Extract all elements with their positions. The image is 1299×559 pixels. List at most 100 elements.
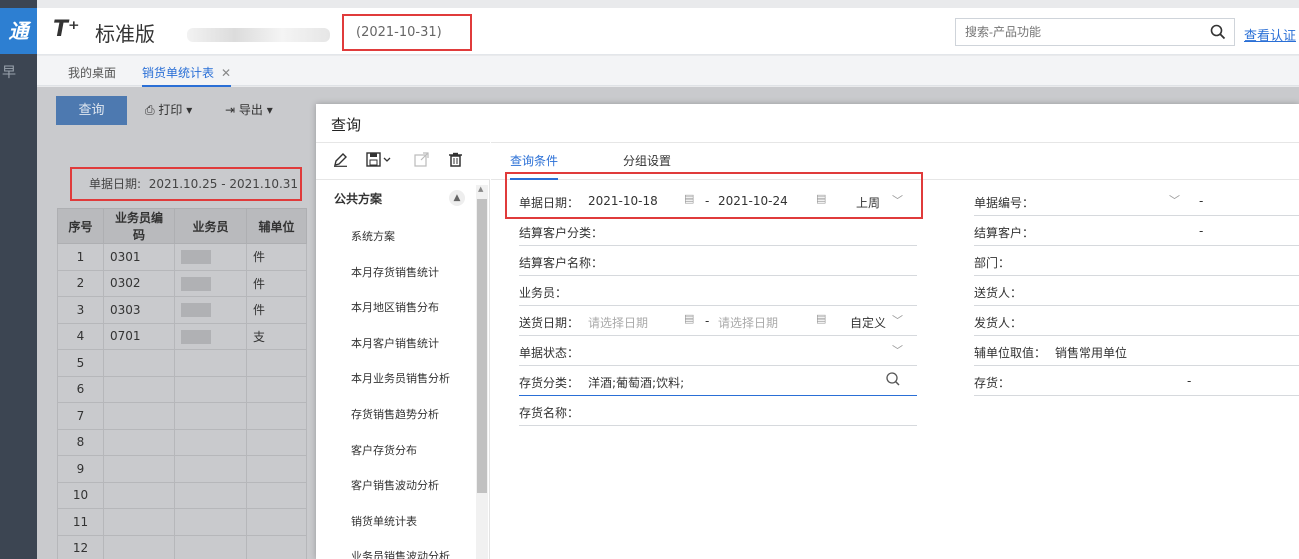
row-number-cell: 5	[57, 349, 104, 377]
scheme-item[interactable]: 客户销售波动分析	[351, 477, 439, 493]
scheme-item[interactable]: 客户存货分布	[351, 442, 417, 458]
salesman-cell	[174, 243, 247, 271]
tab-home[interactable]: 我的桌面	[68, 64, 116, 81]
field-label: 送货日期：	[519, 316, 580, 330]
column-header[interactable]: 业务员	[174, 208, 247, 244]
system-date: (2021-10-31)	[342, 14, 472, 51]
row-number-cell: 8	[57, 428, 104, 456]
chevron-down-icon[interactable]: ﹀	[1169, 192, 1180, 208]
dialog-title: 查询	[331, 116, 362, 134]
table-row[interactable]: 6	[57, 375, 307, 403]
inventory-category-field[interactable]: 存货分类： 洋酒;葡萄酒;饮料;	[519, 368, 917, 396]
chevron-down-icon[interactable]: ﹀	[892, 312, 903, 328]
salesman-cell	[174, 402, 247, 430]
salesman-field[interactable]: 业务员：	[519, 278, 917, 306]
calendar-icon[interactable]: ▤	[684, 312, 694, 325]
tab-label: 销货单统计表	[142, 66, 215, 80]
tab-grouping[interactable]: 分组设置	[623, 152, 671, 169]
delivery-date-to[interactable]: 请选择日期	[718, 314, 778, 331]
app-logo[interactable]: 通	[0, 8, 37, 54]
table-row[interactable]: 3 0303 件	[57, 296, 307, 324]
scheme-item[interactable]: 本月业务员销售分析	[351, 370, 450, 386]
salesman-code-cell: 0302	[103, 269, 175, 297]
delivery-person-field[interactable]: 送货人：	[974, 278, 1299, 306]
lookup-icon[interactable]	[885, 371, 901, 390]
cust-name-field[interactable]: 结算客户名称：	[519, 248, 917, 276]
scheme-item[interactable]: 本月客户销售统计	[351, 335, 439, 351]
cust-category-field[interactable]: 结算客户分类：	[519, 218, 917, 246]
scheme-item[interactable]: 业务员销售波动分析	[351, 548, 450, 559]
settle-customer-field[interactable]: 结算客户： -	[974, 218, 1299, 246]
scheme-group-header[interactable]: 公共方案	[334, 190, 382, 207]
row-number-cell: 4	[57, 322, 104, 350]
query-button[interactable]: 查询	[56, 96, 127, 125]
collapse-icon[interactable]: ▲	[449, 190, 465, 206]
aux-unit-cell	[246, 534, 307, 559]
search-icon[interactable]	[1210, 24, 1226, 43]
table-row[interactable]: 2 0302 件	[57, 269, 307, 297]
app-header: T⁺ 标准版 (2021-10-31) 查看认证	[37, 8, 1299, 55]
scheme-item[interactable]: 系统方案	[351, 228, 395, 244]
scrollbar[interactable]: ▲	[476, 185, 488, 559]
delivery-date-from[interactable]: 请选择日期	[588, 314, 648, 331]
delivery-date-preset[interactable]: 自定义	[850, 314, 886, 331]
share-icon[interactable]	[414, 152, 429, 170]
search-input[interactable]	[956, 19, 1196, 45]
table-row[interactable]: 11	[57, 508, 307, 536]
delete-icon[interactable]	[448, 152, 463, 170]
field-label: 单据编号：	[974, 196, 1035, 210]
blurred-name	[181, 303, 211, 317]
inventory-name-field[interactable]: 存货名称：	[519, 398, 917, 426]
aux-unit-cell: 件	[246, 243, 307, 271]
doc-status-field[interactable]: 单据状态： ﹀	[519, 338, 917, 366]
scheme-item[interactable]: 本月地区销售分布	[351, 299, 439, 315]
range-separator: -	[705, 314, 710, 328]
table-row[interactable]: 1 0301 件	[57, 243, 307, 271]
scheme-item[interactable]: 销货单统计表	[351, 513, 417, 529]
column-header[interactable]: 业务员编码	[103, 208, 175, 244]
salesman-code-cell: 0303	[103, 296, 175, 324]
print-button[interactable]: ⎙ 打印 ▾	[145, 101, 192, 118]
row-number-cell: 10	[57, 481, 104, 509]
calendar-icon[interactable]: ▤	[816, 312, 826, 325]
tab-sales-stats[interactable]: 销货单统计表 ✕	[142, 64, 232, 87]
aux-unit-cell: 件	[246, 269, 307, 297]
scheme-item[interactable]: 本月存货销售统计	[351, 264, 439, 280]
scroll-up-icon[interactable]: ▲	[478, 185, 483, 193]
chevron-down-icon[interactable]: ﹀	[892, 342, 903, 358]
doc-no-field[interactable]: 单据编号： ﹀ -	[974, 188, 1299, 216]
close-icon[interactable]: ✕	[221, 66, 231, 80]
scheme-toolbar	[316, 142, 490, 180]
table-row[interactable]: 7	[57, 402, 307, 430]
table-row[interactable]: 10	[57, 481, 307, 509]
shipper-field[interactable]: 发货人：	[974, 308, 1299, 336]
scheme-item[interactable]: 存货销售趋势分析	[351, 406, 439, 422]
scrollbar-thumb[interactable]	[477, 199, 487, 493]
salesman-code-cell: 0701	[103, 322, 175, 350]
printer-icon: ⎙	[145, 103, 159, 117]
column-header[interactable]: 辅单位	[246, 208, 307, 244]
column-header[interactable]: 序号	[57, 208, 104, 244]
edit-icon[interactable]	[333, 152, 348, 170]
salesman-code-cell	[103, 481, 175, 509]
inventory-category-value[interactable]: 洋酒;葡萄酒;饮料;	[588, 374, 684, 391]
table-row[interactable]: 12	[57, 534, 307, 559]
table-row[interactable]: 9	[57, 455, 307, 483]
export-icon: ⇥	[225, 103, 239, 117]
table-row[interactable]: 5	[57, 349, 307, 377]
aux-unit-field[interactable]: 辅单位取值： 销售常用单位	[974, 338, 1299, 366]
department-field[interactable]: 部门：	[974, 248, 1299, 276]
left-nav-bar: 通 早	[0, 0, 37, 559]
inventory-field[interactable]: 存货： -	[974, 368, 1299, 396]
nav-menu-icon[interactable]: 早	[2, 62, 16, 82]
export-button[interactable]: ⇥ 导出 ▾	[225, 101, 273, 118]
aux-unit-value[interactable]: 销售常用单位	[1055, 344, 1127, 361]
aux-unit-cell	[246, 455, 307, 483]
save-icon[interactable]	[366, 152, 392, 170]
salesman-cell	[174, 296, 247, 324]
page-tabs: 我的桌面 销货单统计表 ✕	[37, 56, 1299, 87]
table-row[interactable]: 8	[57, 428, 307, 456]
table-row[interactable]: 4 0701 支	[57, 322, 307, 350]
verify-link[interactable]: 查看认证	[1244, 25, 1296, 44]
search-box[interactable]	[955, 18, 1235, 46]
